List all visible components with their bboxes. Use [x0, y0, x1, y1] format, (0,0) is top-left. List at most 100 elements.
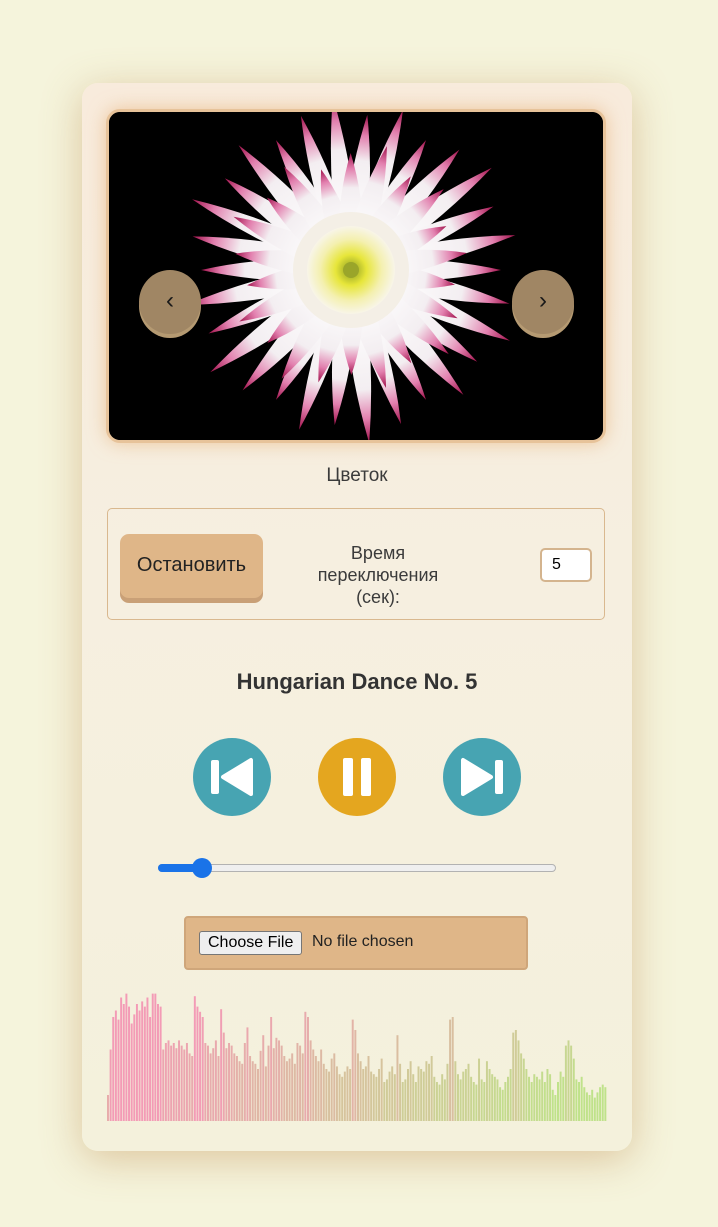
visualizer-bar	[567, 1040, 570, 1121]
visualizer-bar	[193, 996, 196, 1121]
visualizer-bar	[372, 1074, 375, 1121]
visualizer-bar	[307, 1017, 309, 1121]
visualizer-bar	[314, 1056, 317, 1121]
visualizer-bar	[254, 1063, 257, 1121]
visualizer-bar	[554, 1095, 557, 1121]
visualizer-bar	[517, 1040, 520, 1121]
visualizer-bar	[464, 1069, 467, 1121]
visualizer-bar	[367, 1056, 370, 1121]
visualizer-bar	[217, 1056, 220, 1121]
visualizer-bar	[593, 1097, 596, 1121]
visualizer-bar	[354, 1030, 357, 1121]
visualizer-bar	[364, 1066, 367, 1121]
visualizer-bar	[404, 1079, 407, 1121]
visualizer-bar	[349, 1069, 352, 1121]
visualizer-bar	[220, 1009, 223, 1121]
visualizer-bar	[385, 1079, 388, 1121]
visualizer-bar	[409, 1061, 412, 1121]
visualizer-bar	[509, 1069, 512, 1121]
visualizer-bar	[351, 1019, 354, 1121]
file-input-wrapper: Choose File No file chosen	[184, 916, 528, 970]
visualizer-bar	[185, 1043, 188, 1121]
visualizer-bar	[204, 1043, 207, 1121]
visualizer-bar	[117, 1019, 120, 1121]
visualizer-bar	[407, 1069, 409, 1121]
visualizer-bar	[335, 1066, 338, 1121]
visualizer-bar	[309, 1040, 312, 1121]
pause-button[interactable]	[318, 738, 396, 816]
visualizer-bar	[370, 1071, 373, 1121]
visualizer-bar	[138, 1010, 141, 1121]
visualizer-bar	[399, 1063, 402, 1121]
visualizer-bar	[120, 997, 123, 1121]
visualizer-bar	[172, 1043, 175, 1121]
visualizer-bar	[541, 1071, 544, 1121]
visualizer-bar	[135, 1004, 138, 1121]
visualizer-bar	[212, 1048, 215, 1121]
visualizer-bar	[420, 1069, 423, 1121]
visualizer-bar	[483, 1082, 486, 1121]
visualizer-bar	[528, 1076, 531, 1121]
visualizer-bar	[572, 1058, 575, 1121]
visualizer-bar	[570, 1045, 573, 1121]
visualizer-bar	[170, 1045, 173, 1121]
visualizer-bar	[604, 1087, 607, 1121]
visualizer-bar	[546, 1069, 549, 1121]
visualizer-bar	[251, 1061, 254, 1121]
visualizer-bar	[522, 1058, 525, 1121]
visualizer-bar	[588, 1095, 591, 1121]
visualizer-bar	[472, 1082, 475, 1121]
visualizer-bar	[535, 1076, 538, 1121]
visualizer-bar	[338, 1074, 341, 1121]
interval-input[interactable]	[540, 548, 592, 582]
slideshow-controls: Остановить Время переключения (сек):	[107, 508, 605, 620]
visualizer-bar	[125, 993, 128, 1121]
next-track-button[interactable]	[443, 738, 521, 816]
visualizer-bar	[141, 1001, 144, 1121]
stop-slideshow-button[interactable]: Остановить	[120, 534, 263, 598]
visualizer-bar	[425, 1061, 428, 1121]
visualizer-bar	[454, 1061, 457, 1121]
progress-thumb[interactable]	[191, 858, 212, 878]
visualizer-bar	[241, 1063, 244, 1121]
skip-next-icon	[461, 758, 503, 796]
visualizer-bar	[228, 1043, 231, 1121]
next-slide-button[interactable]: ›	[512, 270, 574, 334]
visualizer-bar	[333, 1053, 336, 1121]
track-progress-slider[interactable]	[158, 858, 556, 878]
visualizer-bar	[278, 1040, 281, 1121]
prev-slide-button[interactable]: ‹	[139, 270, 201, 334]
visualizer-bar	[428, 1063, 431, 1121]
visualizer-bar	[549, 1074, 552, 1121]
choose-file-button[interactable]: Choose File	[199, 931, 303, 955]
visualizer-bar	[199, 1011, 202, 1121]
visualizer-bar	[391, 1066, 394, 1121]
visualizer-bar	[151, 993, 154, 1121]
visualizer-bar	[320, 1049, 323, 1121]
visualizer-bar	[520, 1053, 523, 1121]
visualizer-bar	[164, 1043, 167, 1121]
track-title: Hungarian Dance No. 5	[236, 669, 478, 694]
visualizer-bar	[288, 1058, 291, 1121]
visualizer-bar	[180, 1045, 183, 1121]
pause-icon	[343, 758, 371, 796]
visualizer-bar	[488, 1069, 491, 1121]
visualizer-bar	[146, 997, 149, 1121]
visualizer-bar	[525, 1069, 528, 1121]
visualizer-bar	[207, 1045, 209, 1121]
previous-track-button[interactable]	[193, 738, 271, 816]
visualizer-bar	[149, 1017, 152, 1121]
visualizer-bar	[114, 1010, 117, 1121]
visualizer-bar	[262, 1035, 265, 1121]
chevron-right-icon: ›	[539, 287, 547, 314]
visualizer-bar	[291, 1053, 294, 1121]
visualizer-bar	[435, 1082, 438, 1121]
visualizer-bar	[583, 1087, 586, 1121]
visualizer-bar	[396, 1035, 399, 1121]
visualizer-bar	[388, 1071, 391, 1121]
visualizer-bar	[380, 1058, 383, 1121]
visualizer-bar	[596, 1092, 599, 1121]
visualizer-bar	[480, 1079, 483, 1121]
visualizer-bar	[122, 1004, 125, 1121]
visualizer-bar	[580, 1076, 583, 1121]
